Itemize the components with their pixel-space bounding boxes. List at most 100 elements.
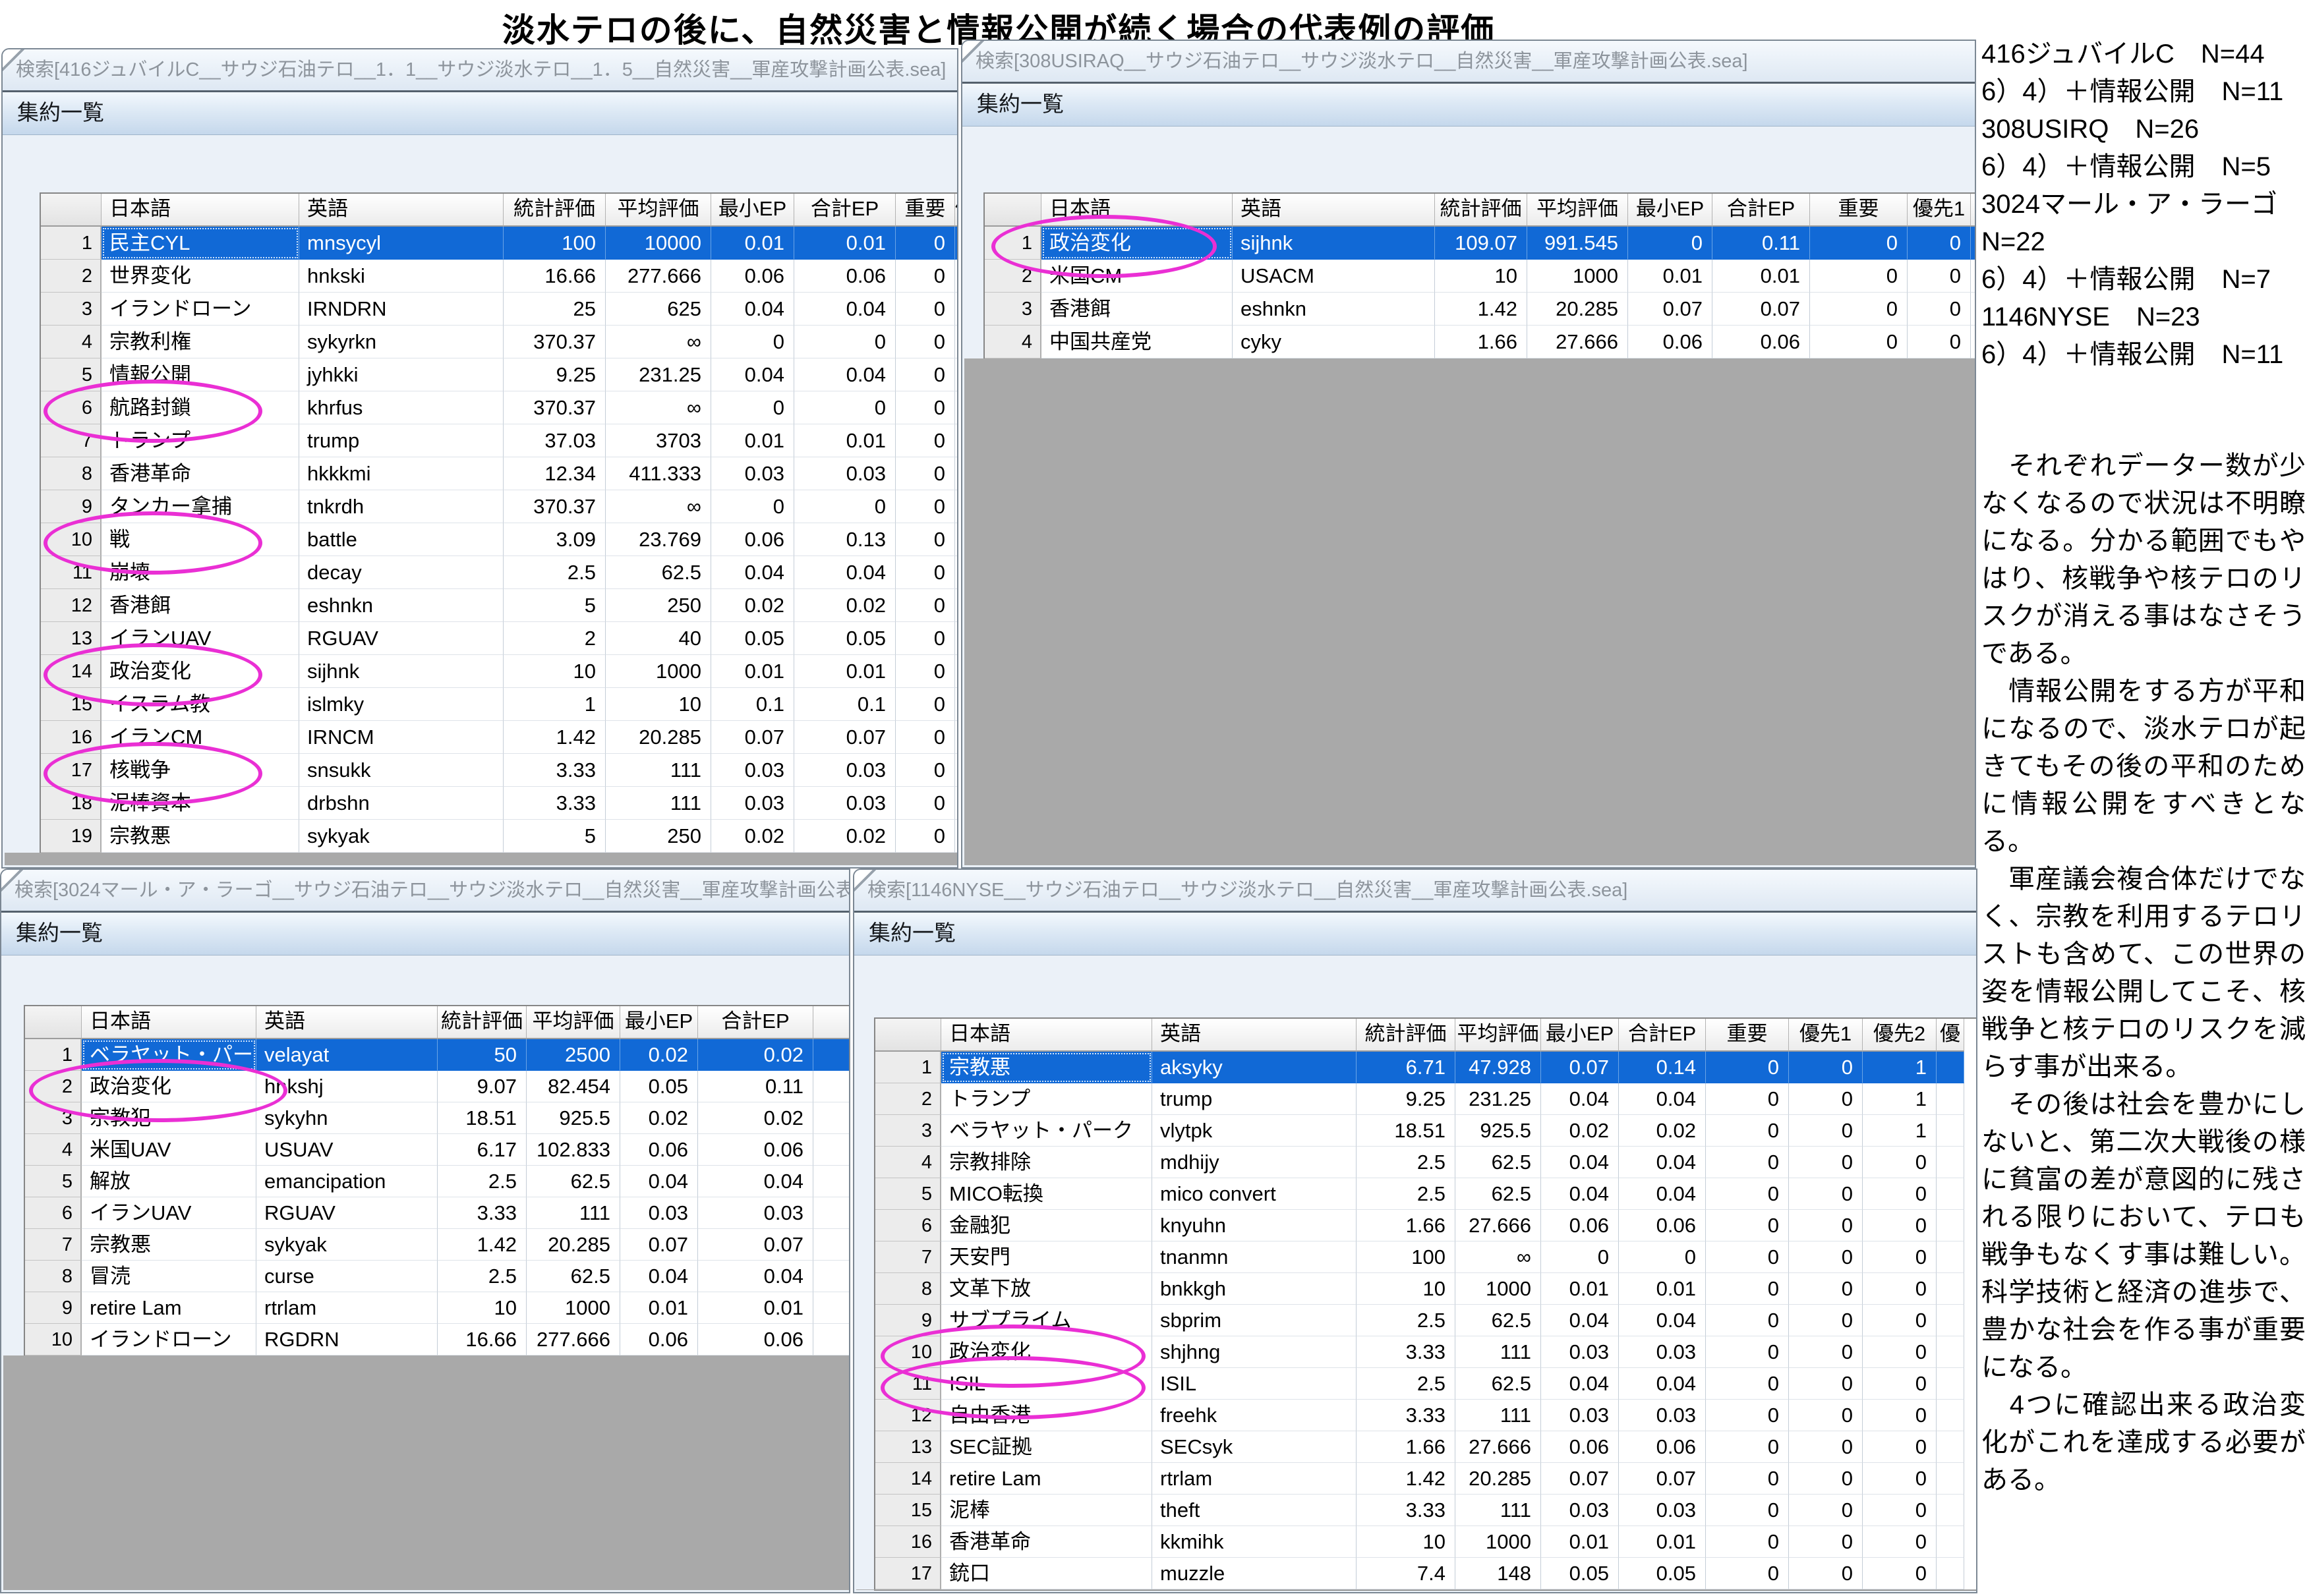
column-header[interactable]: 統計評価 bbox=[1357, 1019, 1455, 1052]
table-row[interactable]: 16イランCMIRNCM1.4220.2850.070.070 bbox=[41, 721, 957, 754]
column-header[interactable]: 日本語 bbox=[1041, 194, 1233, 227]
column-header[interactable]: 日本語 bbox=[941, 1019, 1152, 1052]
table-row[interactable]: 1政治変化sijhnk109.07991.54500.1100 bbox=[985, 227, 1975, 260]
table-row[interactable]: 2政治変化hnkshj9.0782.4540.050.11 bbox=[25, 1071, 849, 1102]
table-row[interactable]: 4米国UAVUSUAV6.17102.8330.060.06 bbox=[25, 1134, 849, 1166]
table-row[interactable]: 7天安門tnanmn100∞00000 bbox=[875, 1241, 1976, 1273]
table-row[interactable]: 1ベラヤット・パークvelayat5025000.020.02 bbox=[25, 1039, 849, 1071]
table-row[interactable]: 1民主CYLmnsycyl100100000.010.010 bbox=[41, 227, 957, 260]
column-header[interactable]: 合計EP bbox=[1619, 1019, 1706, 1052]
tab-aggregate-list[interactable]: 集約一覧 bbox=[1, 911, 849, 955]
table-row[interactable]: 2世界変化hnkski16.66277.6660.060.060 bbox=[41, 260, 957, 293]
table-row[interactable]: 17核戦争snsukk3.331110.030.030 bbox=[41, 754, 957, 787]
table-row[interactable]: 5解放emancipation2.562.50.040.04 bbox=[25, 1166, 849, 1197]
table-row[interactable]: 8文革下放bnkkgh1010000.010.01000 bbox=[875, 1273, 1976, 1305]
table-row[interactable]: 3宗教犯sykyhn18.51925.50.020.02 bbox=[25, 1102, 849, 1134]
column-header[interactable]: 最小EP bbox=[711, 194, 794, 227]
table-row[interactable]: 3ベラヤット・パークvlytpk18.51925.50.020.02001 bbox=[875, 1115, 1976, 1147]
table-row[interactable]: 13イランUAVRGUAV2400.050.050 bbox=[41, 622, 957, 655]
table-row[interactable]: 12自由香港freehk3.331110.030.03000 bbox=[875, 1400, 1976, 1431]
table-body: 1政治変化sijhnk109.07991.54500.11002米国CMUSAC… bbox=[985, 227, 1975, 358]
column-header[interactable] bbox=[1971, 194, 1976, 227]
column-header[interactable]: 優 bbox=[1937, 1019, 1964, 1052]
column-header[interactable]: 日本語 bbox=[102, 194, 299, 227]
table-row[interactable]: 10戦battle3.0923.7690.060.130 bbox=[41, 523, 957, 556]
column-header[interactable]: 最小EP bbox=[1628, 194, 1712, 227]
column-header[interactable] bbox=[41, 194, 102, 227]
column-header[interactable] bbox=[25, 1006, 82, 1039]
search-window-1146-nyse: 検索[1146NYSE__サウジ石油テロ__サウジ淡水テロ__自然災害__軍産攻… bbox=[853, 869, 1977, 1593]
table-row[interactable]: 6金融犯knyuhn1.6627.6660.060.06000 bbox=[875, 1210, 1976, 1241]
table-row[interactable]: 5MICO転換mico convert2.562.50.040.04000 bbox=[875, 1178, 1976, 1210]
column-header[interactable]: 統計評価 bbox=[1435, 194, 1527, 227]
table-row[interactable]: 10政治変化shjhng3.331110.030.03000 bbox=[875, 1336, 1976, 1368]
column-header[interactable]: 優先1 bbox=[1908, 194, 1971, 227]
column-header[interactable]: 英語 bbox=[1233, 194, 1435, 227]
column-header[interactable]: 最小EP bbox=[620, 1006, 698, 1039]
table-row[interactable]: 7トランプtrump37.0337030.010.010 bbox=[41, 424, 957, 457]
column-header[interactable]: 重要 bbox=[1706, 1019, 1789, 1052]
table-row[interactable]: 5情報公開jyhkki9.25231.250.040.040 bbox=[41, 358, 957, 391]
tab-aggregate-list[interactable]: 集約一覧 bbox=[962, 82, 1975, 127]
column-header[interactable]: 英語 bbox=[256, 1006, 438, 1039]
column-header[interactable]: 日本語 bbox=[82, 1006, 256, 1039]
table-row[interactable]: 9タンカー拿捕tnkrdh370.37∞000 bbox=[41, 490, 957, 523]
column-header[interactable]: 統計評価 bbox=[504, 194, 606, 227]
table-row[interactable]: 2トランプtrump9.25231.250.040.04001 bbox=[875, 1083, 1976, 1115]
column-header[interactable]: 統計評価 bbox=[438, 1006, 527, 1039]
table-row[interactable]: 18泥棒資本drbshn3.331110.030.030 bbox=[41, 787, 957, 820]
column-header[interactable]: 合計EP bbox=[698, 1006, 813, 1039]
column-header[interactable]: 合計EP bbox=[1712, 194, 1810, 227]
tab-aggregate-list[interactable]: 集約一覧 bbox=[854, 911, 1976, 955]
table-row[interactable]: 6イランUAVRGUAV3.331110.030.03 bbox=[25, 1197, 849, 1229]
table-row[interactable]: 4宗教排除mdhijy2.562.50.040.04000 bbox=[875, 1147, 1976, 1178]
table-row[interactable]: 3香港餌eshnkn1.4220.2850.070.0700 bbox=[985, 293, 1975, 326]
table-row[interactable]: 11ISILISIL2.562.50.040.04000 bbox=[875, 1368, 1976, 1400]
table-row[interactable]: 8冒涜curse2.562.50.040.04 bbox=[25, 1261, 849, 1292]
table-row[interactable]: 15泥棒theft3.331110.030.03000 bbox=[875, 1495, 1976, 1526]
column-header[interactable]: 平均評価 bbox=[527, 1006, 620, 1039]
column-header[interactable]: 英語 bbox=[1152, 1019, 1357, 1052]
table-row[interactable]: 12香港餌eshnkn52500.020.020 bbox=[41, 589, 957, 622]
window-titlebar[interactable]: 検索[416ジュバイルC__サウジ石油テロ__1．1__サウジ淡水テロ__1．5… bbox=[3, 49, 957, 90]
table-row[interactable]: 4宗教利権sykyrkn370.37∞000 bbox=[41, 326, 957, 358]
table-row[interactable]: 9サブプライムsbprim2.562.50.040.04000 bbox=[875, 1305, 1976, 1336]
table-row[interactable]: 3イランドローンIRNDRN256250.040.040 bbox=[41, 293, 957, 326]
column-header[interactable] bbox=[875, 1019, 941, 1052]
column-header[interactable]: 優先1 bbox=[1789, 1019, 1863, 1052]
column-header[interactable]: 平均評価 bbox=[606, 194, 711, 227]
table-row[interactable]: 8香港革命hkkkmi12.34411.3330.030.030 bbox=[41, 457, 957, 490]
window-titlebar[interactable]: 検索[3024マール・ア・ラーゴ__サウジ石油テロ__サウジ淡水テロ__自然災害… bbox=[1, 870, 849, 911]
table-row[interactable]: 10イランドローンRGDRN16.66277.6660.060.06 bbox=[25, 1324, 849, 1355]
row-number: 11 bbox=[41, 556, 102, 589]
column-header[interactable]: 優 bbox=[955, 194, 958, 227]
tab-aggregate-list[interactable]: 集約一覧 bbox=[3, 90, 957, 135]
table-row[interactable]: 13SEC証拠SECsyk1.6627.6660.060.06000 bbox=[875, 1431, 1976, 1463]
table-cell: 0.06 bbox=[698, 1134, 813, 1166]
column-header[interactable]: 重要 bbox=[1810, 194, 1908, 227]
table-row[interactable]: 7宗教悪sykyak1.4220.2850.070.07 bbox=[25, 1229, 849, 1261]
table-row[interactable]: 15イスラム教islmky1100.10.10 bbox=[41, 688, 957, 721]
table-row[interactable]: 14政治変化sijhnk1010000.010.010 bbox=[41, 655, 957, 688]
table-row[interactable]: 6航路封鎖khrfus370.37∞000 bbox=[41, 391, 957, 424]
column-header[interactable]: 優先2 bbox=[1863, 1019, 1937, 1052]
table-row[interactable]: 17銃口muzzle7.41480.050.05000 bbox=[875, 1558, 1976, 1589]
table-row[interactable]: 16香港革命kkmihk1010000.010.01000 bbox=[875, 1526, 1976, 1558]
table-row[interactable]: 19宗教悪sykyak52500.020.020 bbox=[41, 820, 957, 853]
column-header[interactable]: 合計EP bbox=[794, 194, 896, 227]
window-titlebar[interactable]: 検索[1146NYSE__サウジ石油テロ__サウジ淡水テロ__自然災害__軍産攻… bbox=[854, 870, 1976, 911]
column-header[interactable]: 英語 bbox=[299, 194, 504, 227]
table-row[interactable]: 11崩壊decay2.562.50.040.040 bbox=[41, 556, 957, 589]
table-row[interactable]: 4中国共産党cyky1.6627.6660.060.0600 bbox=[985, 326, 1975, 358]
window-titlebar[interactable]: 検索[308USIRAQ__サウジ石油テロ__サウジ淡水テロ__自然災害__軍産… bbox=[962, 41, 1975, 82]
column-header[interactable]: 平均評価 bbox=[1455, 1019, 1541, 1052]
table-row[interactable]: 9retire Lamrtrlam1010000.010.01 bbox=[25, 1292, 849, 1324]
column-header[interactable] bbox=[813, 1006, 850, 1039]
column-header[interactable] bbox=[985, 194, 1041, 227]
table-row[interactable]: 2米国CMUSACM1010000.010.0100 bbox=[985, 260, 1975, 293]
column-header[interactable]: 最小EP bbox=[1541, 1019, 1619, 1052]
column-header[interactable]: 平均評価 bbox=[1527, 194, 1628, 227]
table-row[interactable]: 14retire Lamrtrlam1.4220.2850.070.07000 bbox=[875, 1463, 1976, 1495]
table-row[interactable]: 1宗教悪aksyky6.7147.9280.070.14001 bbox=[875, 1052, 1976, 1083]
column-header[interactable]: 重要 bbox=[896, 194, 955, 227]
